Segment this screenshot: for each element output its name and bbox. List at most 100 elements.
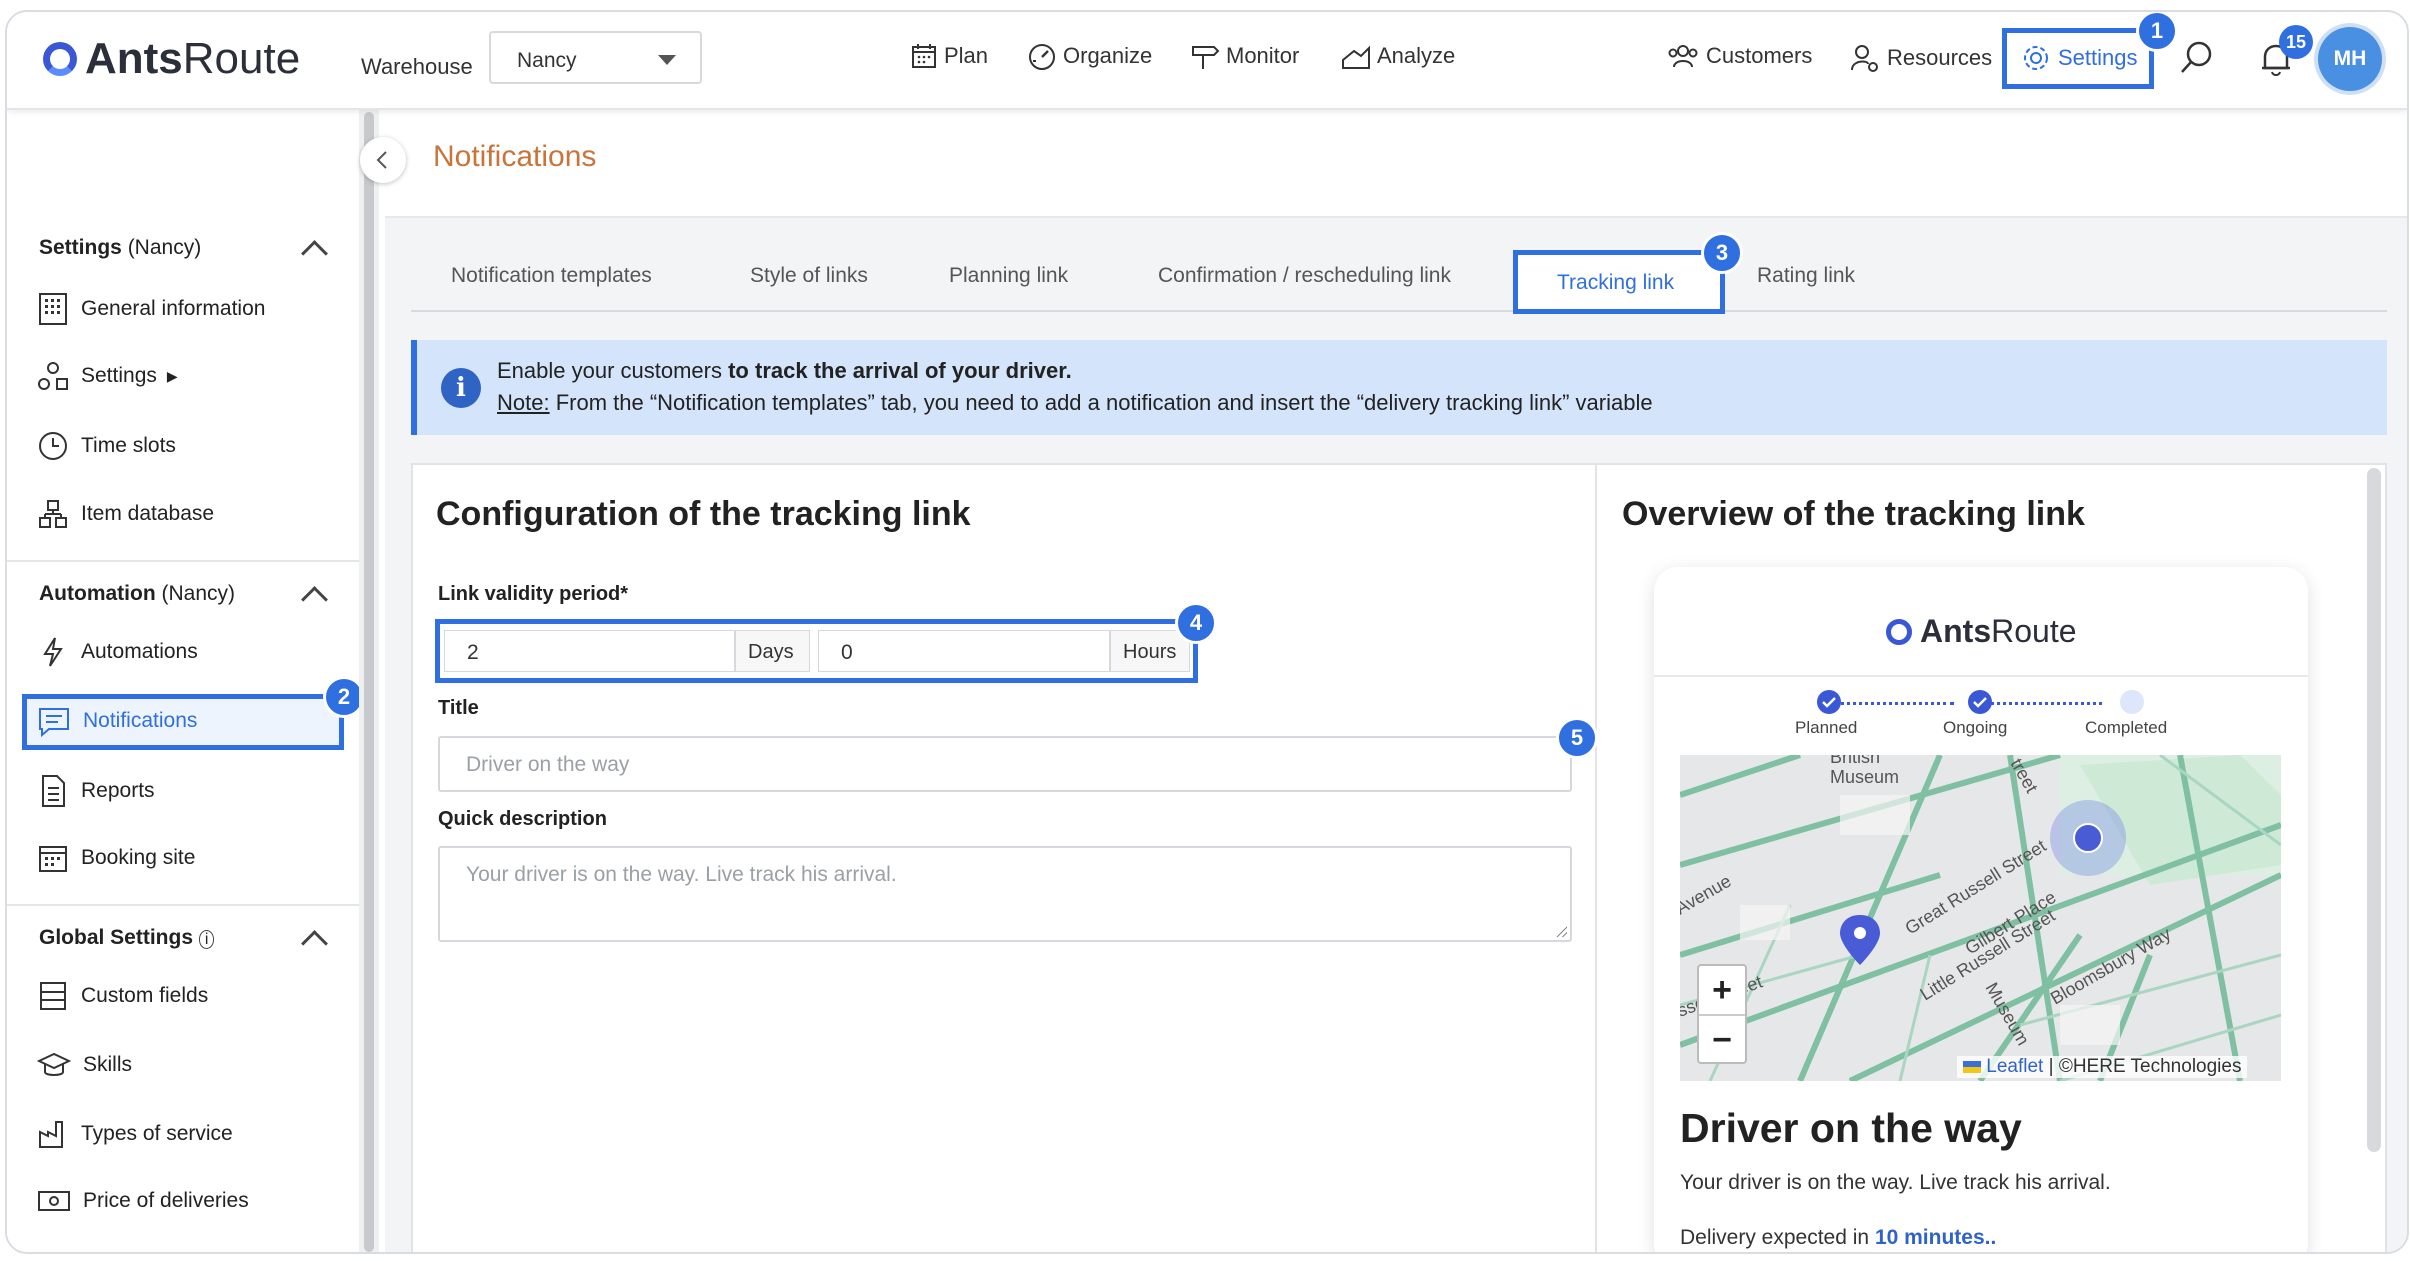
sidebar-item-label: Skills: [83, 1053, 133, 1076]
resize-handle-icon[interactable]: [1555, 925, 1567, 937]
days-input[interactable]: 2: [444, 630, 735, 672]
page-title: Notifications: [433, 140, 597, 173]
nav-customers[interactable]: Customers: [1666, 42, 1812, 70]
calendar-icon: [912, 44, 936, 68]
hours-unit: Hours: [1110, 630, 1190, 672]
sidebar-item-skills[interactable]: Skills: [37, 1049, 132, 1081]
step-ongoing-check-icon: [1968, 690, 1992, 714]
nav-customers-label: Customers: [1706, 43, 1813, 68]
collapse-sidebar-button[interactable]: [360, 137, 406, 183]
list-box-icon: [40, 982, 66, 1010]
sidebar-item-label: Custom fields: [81, 984, 209, 1007]
info-banner: i Enable your customers to track the arr…: [411, 340, 2387, 435]
logo-icon: [43, 42, 77, 76]
top-bar: Ants Route Warehouse Nancy Plan Organize …: [7, 12, 2407, 110]
nav-resources-label: Resources: [1887, 45, 1993, 70]
sidebar-item-label: Notifications: [83, 709, 198, 732]
user-gear-icon: [1851, 45, 1878, 72]
zoom-out-button[interactable]: −: [1699, 1016, 1745, 1064]
nav-organize[interactable]: Organize: [1027, 42, 1152, 70]
sidebar-item-label: Automations: [81, 640, 198, 663]
info-icon: i: [198, 930, 215, 949]
preview-logo: Ants Route: [1886, 613, 2077, 650]
nav-monitor[interactable]: Monitor: [1190, 42, 1299, 70]
chevron-up-icon: [301, 930, 328, 957]
sidebar-item-custom-fields[interactable]: Custom fields: [37, 980, 208, 1012]
tab-planning-link[interactable]: Planning link: [949, 264, 1068, 288]
banknote-icon: [38, 1191, 70, 1211]
sidebar-item-settings[interactable]: Settings ▶: [37, 360, 178, 392]
description-label: Quick description: [438, 808, 607, 830]
preview-expected: Delivery expected in 10 minutes..: [1680, 1226, 1997, 1249]
sidebar-item-types-of-service[interactable]: Types of service: [37, 1118, 233, 1150]
validity-label: Link validity period*: [438, 583, 629, 605]
tracking-map[interactable]: British Museum Great Russell Street Gilb…: [1680, 755, 2281, 1081]
tab-notification-templates[interactable]: Notification templates: [451, 264, 652, 288]
map-zoom-control: + −: [1697, 964, 1747, 1064]
section-title: Automation (Nancy): [39, 582, 236, 605]
title-label: Title: [438, 697, 479, 719]
warehouse-select[interactable]: Nancy: [489, 31, 702, 84]
sidebar-item-general-information[interactable]: General information: [37, 292, 265, 326]
progress-line: [1984, 702, 2102, 705]
logo-icon: [1886, 618, 1912, 645]
signpost-icon: [1192, 46, 1220, 69]
section-title: Settings (Nancy): [39, 236, 202, 259]
step-badge-3: 3: [1701, 232, 1743, 274]
warehouse-label: Warehouse: [361, 54, 473, 79]
sidebar-item-time-slots[interactable]: Time slots: [37, 430, 176, 462]
sidebar-item-notifications[interactable]: Notifications: [37, 705, 197, 737]
overview-scrollbar[interactable]: [2367, 468, 2381, 1152]
nav-resources[interactable]: Resources: [1849, 42, 1992, 74]
info-line-2: Note: From the “Notification templates” …: [497, 390, 1653, 415]
sidebar-item-label: General information: [81, 297, 266, 320]
sidebar-item-item-database[interactable]: Item database: [37, 498, 214, 530]
warehouse-value: Nancy: [517, 49, 577, 72]
avatar[interactable]: MH: [2318, 27, 2382, 91]
clock-icon: [39, 432, 67, 460]
tab-confirmation-rescheduling-link[interactable]: Confirmation / rescheduling link: [1158, 264, 1451, 288]
leaflet-link[interactable]: Leaflet: [1986, 1056, 2043, 1077]
search-button[interactable]: [2179, 40, 2221, 76]
sidebar-item-label: Time slots: [81, 434, 176, 457]
attribution-text: | ©HERE Technologies: [2048, 1056, 2242, 1077]
tab-tracking-link[interactable]: Tracking link: [1513, 250, 1725, 314]
tab-style-of-links[interactable]: Style of links: [750, 264, 868, 288]
shapes-icon: [38, 362, 68, 390]
sidebar-scrollbar[interactable]: [359, 108, 379, 1252]
sidebar: Settings (Nancy) General information Set…: [7, 108, 365, 1252]
description-textarea[interactable]: Your driver is on the way. Live track hi…: [438, 846, 1572, 942]
document-icon: [42, 775, 65, 807]
notification-count-badge: 15: [2279, 25, 2313, 59]
title-input[interactable]: Driver on the way: [438, 736, 1572, 792]
divider: [7, 560, 359, 562]
nav-plan[interactable]: Plan: [910, 42, 988, 70]
preview-description: Your driver is on the way. Live track hi…: [1680, 1171, 2111, 1194]
logo-text-light: Route: [182, 34, 301, 83]
users-icon: [1668, 45, 1698, 68]
step-planned-check-icon: [1817, 690, 1841, 714]
map-label: British: [1830, 755, 1880, 767]
calendar-icon: [39, 846, 67, 872]
tab-rating-link[interactable]: Rating link: [1757, 264, 1855, 288]
days-unit: Days: [735, 630, 810, 672]
sidebar-item-label: Settings: [81, 364, 157, 387]
nav-analyze[interactable]: Analyze: [1341, 42, 1455, 70]
sidebar-item-booking-site[interactable]: Booking site: [37, 842, 195, 874]
map-attribution: Leaflet | ©HERE Technologies: [1957, 1056, 2248, 1078]
sidebar-item-label: Item database: [81, 502, 215, 525]
nav-plan-label: Plan: [944, 43, 989, 68]
sidebar-item-price-of-deliveries[interactable]: Price of deliveries: [37, 1187, 249, 1215]
scrollbar-thumb[interactable]: [364, 112, 374, 1252]
step-label-completed: Completed: [2085, 718, 2168, 737]
sidebar-item-automations[interactable]: Automations: [37, 636, 198, 668]
validity-period-group: 2 Days 0 Hours: [435, 619, 1198, 683]
antsroute-logo[interactable]: Ants Route: [43, 34, 300, 84]
hours-input[interactable]: 0: [818, 630, 1110, 672]
sidebar-item-label: Booking site: [81, 846, 196, 869]
triangle-right-icon: ▶: [166, 367, 178, 384]
settings-highlight: [2002, 28, 2154, 89]
logo-text-bold: Ants: [85, 34, 183, 83]
zoom-in-button[interactable]: +: [1699, 966, 1745, 1016]
sidebar-item-reports[interactable]: Reports: [37, 774, 155, 808]
